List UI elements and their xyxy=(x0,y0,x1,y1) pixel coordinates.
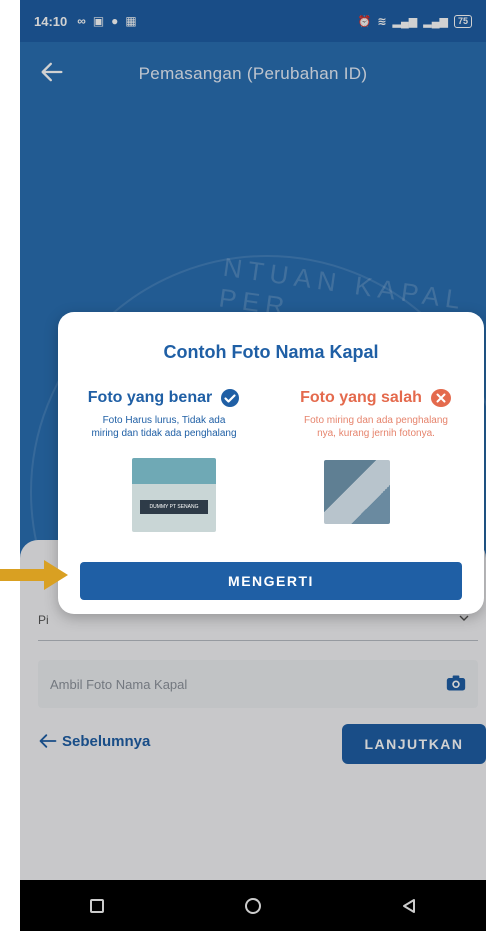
correct-example-image: DUMMY PT SENANG xyxy=(132,458,216,532)
wrong-heading-row: Foto yang salah xyxy=(276,388,476,408)
wrong-photo-column: Foto yang salah Foto miring dan ada peng… xyxy=(276,388,476,440)
phone-screen: 14:10 ∞ ▣ ● ▦ ⏰ ≋ ▂▄▆ ▂▄▆ 75 Pemasangan … xyxy=(20,0,486,931)
understood-button[interactable]: MENGERTI xyxy=(80,562,462,600)
wrong-heading: Foto yang salah xyxy=(300,389,422,406)
back-triangle-icon[interactable] xyxy=(400,897,418,915)
annotation-arrow-icon xyxy=(0,560,68,590)
wrong-description: Foto miring dan ada penghalang nya, kura… xyxy=(304,415,448,439)
android-nav-bar xyxy=(20,880,486,931)
correct-heading-row: Foto yang benar xyxy=(64,388,264,408)
correct-photo-column: Foto yang benar Foto Harus lurus, Tidak … xyxy=(64,388,264,440)
correct-heading: Foto yang benar xyxy=(87,389,213,406)
cross-badge-icon xyxy=(430,389,451,407)
example-photo-dialog: Contoh Foto Nama Kapal Foto yang benar F… xyxy=(58,312,484,614)
correct-description: Foto Harus lurus, Tidak ada miring dan t… xyxy=(91,415,237,439)
ship-name-plate: DUMMY PT SENANG xyxy=(140,500,208,514)
recent-apps-icon[interactable] xyxy=(88,897,106,915)
wrong-example-image xyxy=(324,460,390,524)
home-icon[interactable] xyxy=(243,896,263,916)
dialog-title: Contoh Foto Nama Kapal xyxy=(163,342,379,362)
check-badge-icon xyxy=(221,389,240,407)
